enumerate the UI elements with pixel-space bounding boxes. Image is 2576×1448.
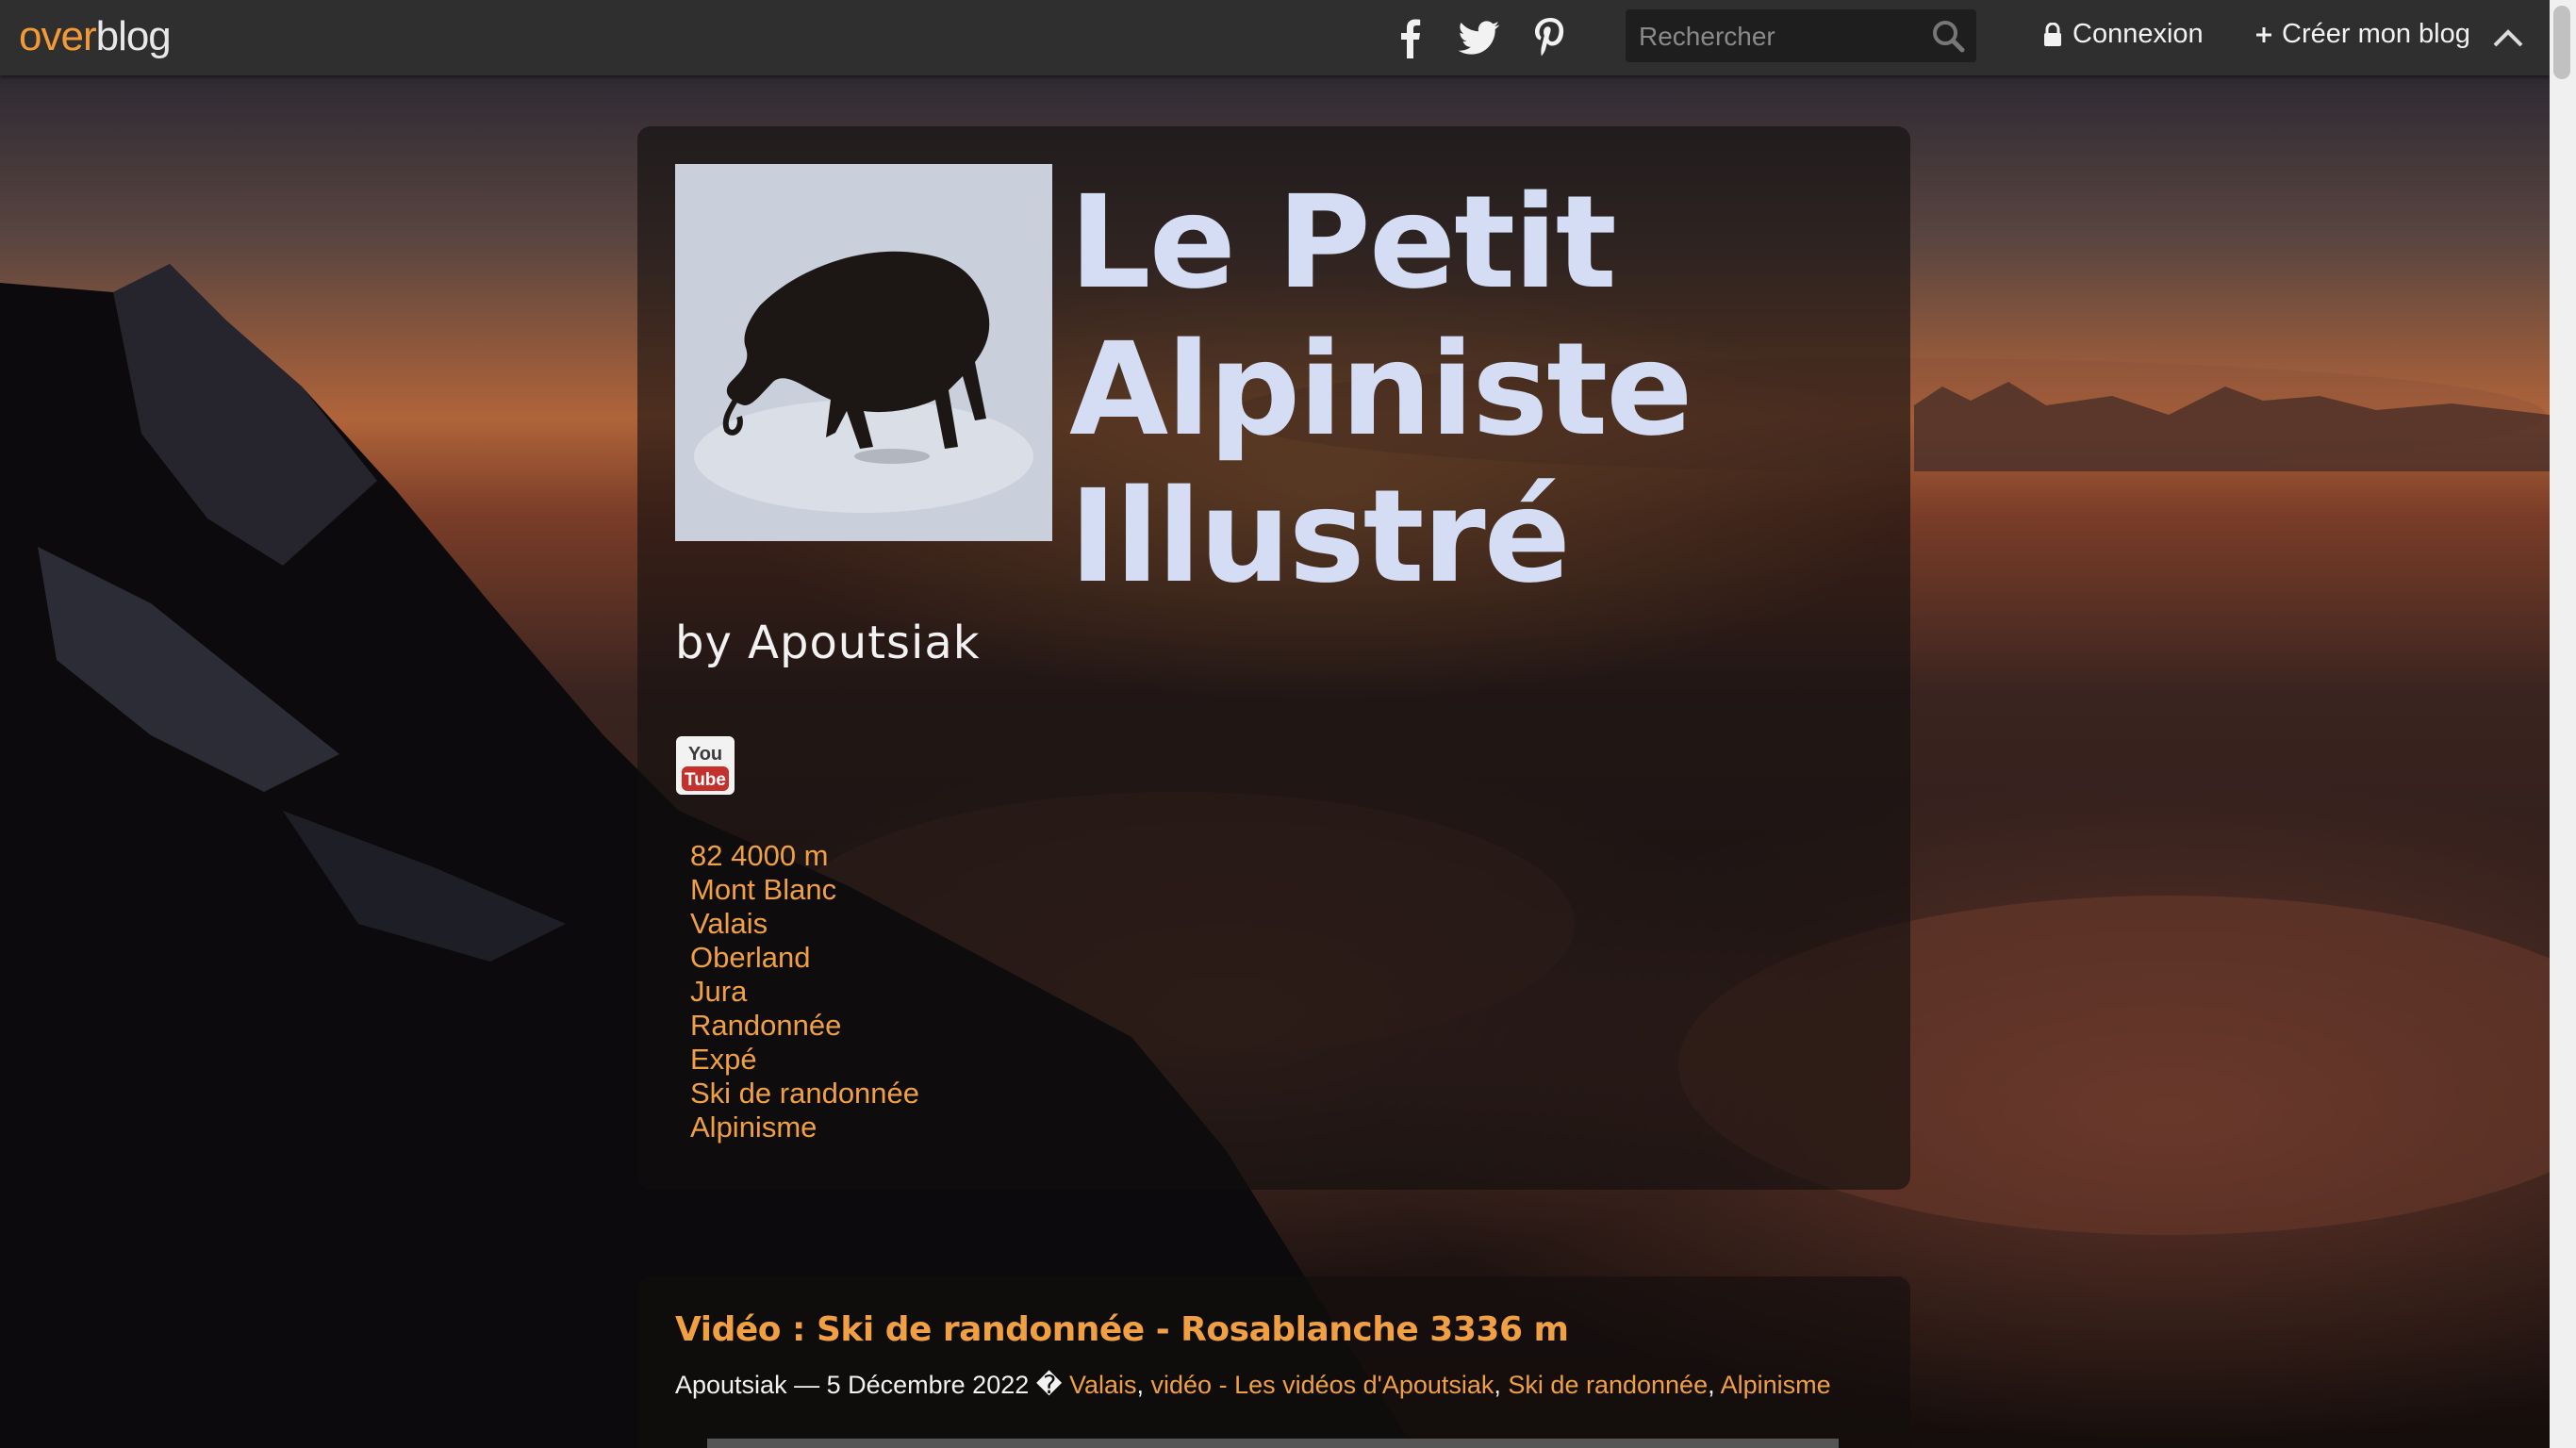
article-tag-link[interactable]: vidéo - Les vidéos d'Apoutsiak <box>1151 1371 1494 1399</box>
twitter-icon[interactable] <box>1456 15 1501 60</box>
blog-subtitle: by Apoutsiak <box>675 617 981 669</box>
search-input[interactable] <box>1637 15 1924 58</box>
category-link[interactable]: Randonnée <box>690 1009 919 1043</box>
logo-over-text: over <box>19 13 97 59</box>
meta-separator: � <box>1035 1371 1063 1399</box>
chevron-up-icon[interactable] <box>2491 23 2525 53</box>
article-author: Apoutsiak <box>675 1371 787 1399</box>
category-menu: 82 4000 m Mont Blanc Valais Oberland Jur… <box>690 839 919 1144</box>
create-blog-label: Créer mon blog <box>2282 19 2470 49</box>
blog-header-panel: Le Petit Alpiniste Illustré by Apoutsiak… <box>637 126 1910 1190</box>
svg-text:Tube: Tube <box>685 770 726 790</box>
blog-title-line-2: Alpiniste <box>1069 316 1693 465</box>
svg-text:You: You <box>688 744 722 765</box>
youtube-icon[interactable]: You Tube <box>675 735 735 796</box>
logo-blog-text: blog <box>95 13 172 59</box>
category-link[interactable]: 82 4000 m <box>690 839 919 873</box>
category-link[interactable]: Mont Blanc <box>690 873 919 907</box>
video-embed-top[interactable] <box>707 1439 1839 1448</box>
article-tag-link[interactable]: Alpinisme <box>1721 1371 1831 1399</box>
category-link[interactable]: Valais <box>690 907 919 941</box>
facebook-icon[interactable] <box>1388 15 1433 60</box>
article-tag-link[interactable]: Valais <box>1069 1371 1137 1399</box>
lock-icon <box>2044 22 2061 46</box>
search-box <box>1626 9 1976 62</box>
blog-avatar-chamois <box>675 164 1052 541</box>
article-date: 5 Décembre 2022 <box>826 1371 1030 1399</box>
search-icon[interactable] <box>1931 19 1965 53</box>
category-link[interactable]: Jura <box>690 975 919 1009</box>
login-label: Connexion <box>2072 19 2204 49</box>
article-tag-link[interactable]: Ski de randonnée <box>1508 1371 1708 1399</box>
category-link[interactable]: Expé <box>690 1043 919 1077</box>
create-blog-link[interactable]: Créer mon blog <box>2255 19 2470 50</box>
article-meta: Apoutsiak — 5 Décembre 2022 � Valais, vi… <box>675 1371 1831 1399</box>
blog-title-line-3: Illustré <box>1069 463 1571 612</box>
blog-title-line-1: Le Petit <box>1069 169 1617 318</box>
category-link[interactable]: Alpinisme <box>690 1111 919 1144</box>
category-link[interactable]: Oberland <box>690 941 919 975</box>
pinterest-icon[interactable] <box>1527 15 1573 60</box>
article-title-link[interactable]: Vidéo : Ski de randonnée - Rosablanche 3… <box>675 1310 1569 1349</box>
plus-icon <box>2256 26 2271 42</box>
blog-title[interactable]: Le Petit Alpiniste Illustré <box>1069 170 1880 611</box>
category-link[interactable]: Ski de randonnée <box>690 1077 919 1111</box>
article-card: Vidéo : Ski de randonnée - Rosablanche 3… <box>637 1276 1910 1448</box>
meta-dash: — <box>794 1371 820 1399</box>
top-navbar: overblog Connexion Créer mon blog <box>0 0 2550 75</box>
login-link[interactable]: Connexion <box>2042 19 2204 50</box>
scrollbar-track[interactable] <box>2550 0 2576 1448</box>
scrollbar-thumb[interactable] <box>2553 6 2570 79</box>
overblog-logo[interactable]: overblog <box>19 13 172 60</box>
